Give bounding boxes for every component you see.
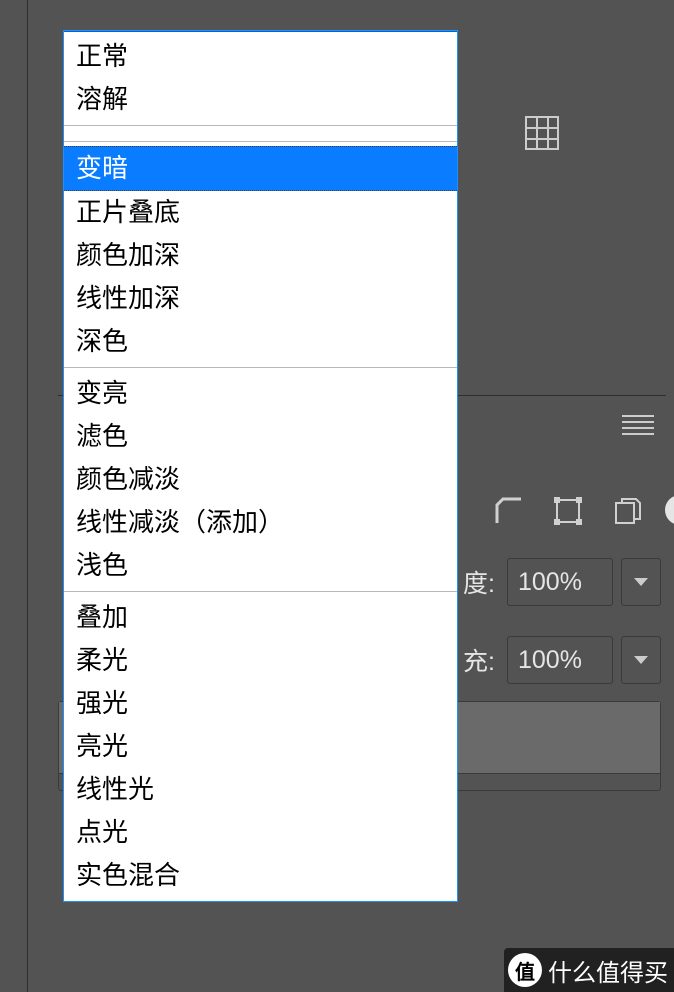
opacity-label: 度: [463, 564, 495, 600]
watermark-text: 什么值得买 [548, 953, 668, 988]
blend-mode-option[interactable]: 颜色减淡 [64, 458, 457, 501]
blend-mode-option[interactable]: 正片叠底 [64, 191, 457, 234]
watermark: 值 什么值得买 [504, 948, 674, 992]
blend-mode-option[interactable]: 亮光 [64, 725, 457, 768]
corner-icon[interactable] [493, 495, 533, 535]
menu-icon[interactable] [620, 411, 656, 441]
blend-mode-option[interactable]: 线性减淡（添加） [64, 501, 457, 544]
dropdown-group: 叠加柔光强光亮光线性光点光实色混合 [64, 592, 457, 901]
blend-mode-option[interactable]: 实色混合 [64, 854, 457, 897]
blend-mode-option[interactable]: 线性光 [64, 768, 457, 811]
blend-mode-option[interactable]: 线性加深 [64, 277, 457, 320]
blend-mode-option[interactable]: 深色 [64, 320, 457, 363]
blend-mode-option[interactable]: 柔光 [64, 639, 457, 682]
blend-mode-option[interactable]: 颜色加深 [64, 234, 457, 277]
watermark-badge: 值 [508, 953, 542, 987]
opacity-stepper[interactable] [621, 558, 661, 606]
fill-value: 100% [518, 646, 582, 675]
dropdown-gap [64, 126, 457, 142]
mask-icon[interactable] [665, 495, 674, 535]
blend-mode-option[interactable]: 点光 [64, 811, 457, 854]
blend-mode-option[interactable]: 滤色 [64, 415, 457, 458]
fill-label: 充: [463, 642, 495, 678]
blend-mode-dropdown[interactable]: 正常溶解变暗正片叠底颜色加深线性加深深色变亮滤色颜色减淡线性减淡（添加）浅色叠加… [63, 30, 458, 902]
blend-mode-option[interactable]: 变亮 [64, 372, 457, 415]
gutter-left [0, 0, 28, 992]
blend-mode-option[interactable]: 正常 [64, 35, 457, 78]
blend-mode-option[interactable]: 变暗 [64, 146, 457, 191]
dropdown-group: 正常溶解 [64, 31, 457, 126]
dropdown-group: 变暗正片叠底颜色加深线性加深深色 [64, 142, 457, 368]
fill-field[interactable]: 100% [507, 636, 613, 684]
opacity-value: 100% [518, 568, 582, 597]
chevron-down-icon [634, 656, 648, 664]
opacity-field[interactable]: 100% [507, 558, 613, 606]
copy-icon[interactable] [612, 495, 652, 535]
bounding-box-icon[interactable] [552, 495, 592, 535]
blend-mode-option[interactable]: 强光 [64, 682, 457, 725]
fill-stepper[interactable] [621, 636, 661, 684]
app-workspace: 添加调整 [0, 0, 674, 992]
chevron-down-icon [634, 578, 648, 586]
grid-icon[interactable] [524, 115, 560, 151]
blend-mode-option[interactable]: 溶解 [64, 78, 457, 121]
blend-mode-option[interactable]: 叠加 [64, 596, 457, 639]
blend-mode-option[interactable]: 浅色 [64, 544, 457, 587]
dropdown-group: 变亮滤色颜色减淡线性减淡（添加）浅色 [64, 368, 457, 592]
